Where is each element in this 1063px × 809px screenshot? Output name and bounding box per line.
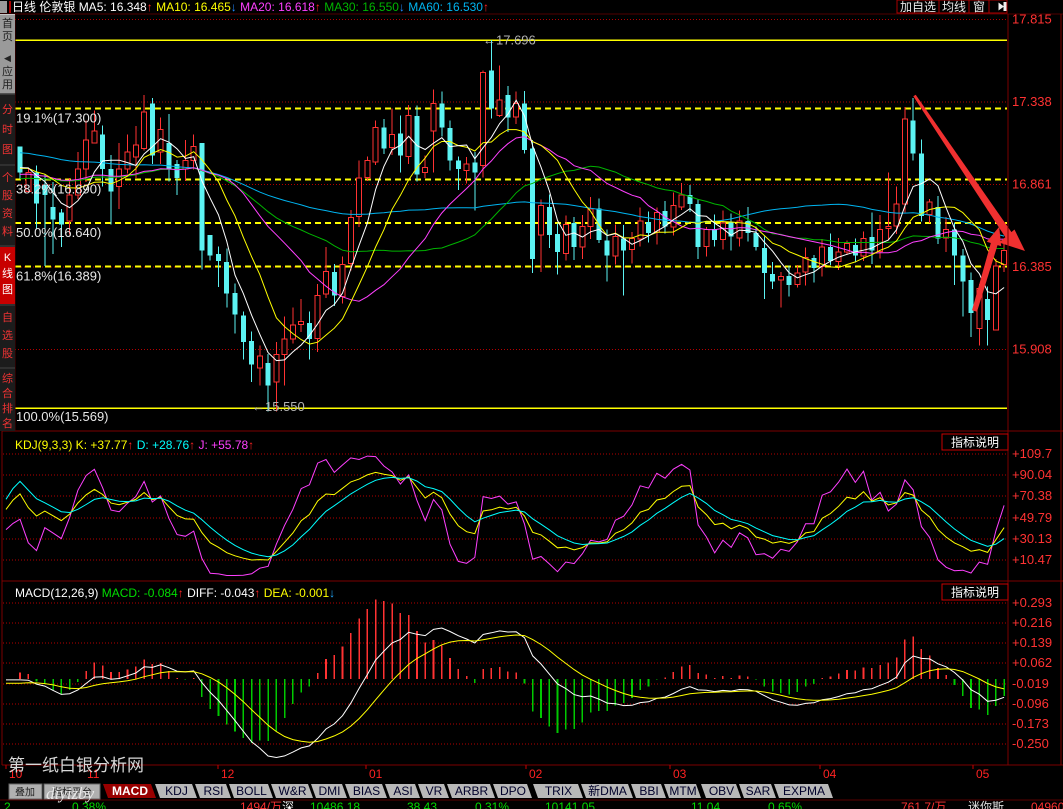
svg-text:K: K <box>4 252 12 264</box>
svg-text:VR: VR <box>426 784 443 798</box>
svg-text:38.43: 38.43 <box>407 800 437 809</box>
svg-text:时: 时 <box>2 123 13 136</box>
svg-text:TRIX: TRIX <box>545 784 572 798</box>
svg-text:03: 03 <box>673 767 687 781</box>
svg-text:首: 首 <box>2 16 13 30</box>
svg-text:0.31%: 0.31% <box>475 800 509 809</box>
svg-text:-0.250: -0.250 <box>1012 736 1049 751</box>
svg-text:第一纸白银分析网: 第一纸白银分析网 <box>8 756 144 775</box>
svg-text:KDJ(9,3,3) K: +37.77↑ D: +28.7: KDJ(9,3,3) K: +37.77↑ D: +28.76↑ J: +55.… <box>15 438 254 452</box>
svg-text:选: 选 <box>2 329 13 342</box>
svg-text:RSI: RSI <box>203 784 223 798</box>
svg-text:05: 05 <box>976 767 990 781</box>
svg-text:W&R: W&R <box>279 784 307 798</box>
svg-text:-0.173: -0.173 <box>1012 716 1049 731</box>
svg-text:17.815: 17.815 <box>1012 12 1052 27</box>
svg-text:合: 合 <box>2 386 13 400</box>
svg-text:DPO: DPO <box>500 784 526 798</box>
svg-text:用: 用 <box>2 79 13 91</box>
svg-text:10486.18: 10486.18 <box>310 800 360 809</box>
svg-text:10141.05: 10141.05 <box>545 800 595 809</box>
svg-text:1494/万: 1494/万 <box>240 800 282 809</box>
svg-text:迷你斯: 迷你斯 <box>968 800 1004 809</box>
svg-text:+0.293: +0.293 <box>1012 595 1052 610</box>
svg-text:均线: 均线 <box>942 0 966 14</box>
svg-text:01: 01 <box>369 767 383 781</box>
svg-text:加自选: 加自选 <box>900 0 936 14</box>
svg-text:线: 线 <box>2 266 13 280</box>
svg-text:MACD: MACD <box>112 784 148 798</box>
svg-text:个: 个 <box>2 171 13 184</box>
svg-text:19.1%(17.300): 19.1%(17.300) <box>16 111 101 126</box>
svg-text:叠加: 叠加 <box>15 787 35 799</box>
svg-text:BOLL: BOLL <box>236 784 267 798</box>
svg-text:BBI: BBI <box>639 784 658 798</box>
svg-text:图: 图 <box>2 283 13 296</box>
svg-text:MTM: MTM <box>669 784 696 798</box>
svg-text:页: 页 <box>2 31 13 43</box>
svg-text:新DMA: 新DMA <box>588 783 627 798</box>
svg-text:0.65%: 0.65% <box>768 800 802 809</box>
svg-text:日线 伦敦银 MA5: 16.348↑ MA10: 16.4: 日线 伦敦银 MA5: 16.348↑ MA10: 16.465↓ MA20: … <box>12 0 489 14</box>
svg-text:+109.7: +109.7 <box>1012 446 1052 461</box>
svg-text:股: 股 <box>2 189 13 202</box>
svg-text:02: 02 <box>529 767 543 781</box>
svg-text:综: 综 <box>2 371 13 385</box>
svg-text:ARBR: ARBR <box>455 784 489 798</box>
svg-text:指标说明: 指标说明 <box>951 435 999 450</box>
svg-text:KDJ: KDJ <box>165 784 188 798</box>
svg-text:+49.79: +49.79 <box>1012 510 1052 525</box>
svg-text:分: 分 <box>2 103 13 116</box>
svg-text:图: 图 <box>2 143 13 156</box>
svg-text:SAR: SAR <box>746 784 771 798</box>
svg-text:名: 名 <box>2 416 13 430</box>
svg-text:16.385: 16.385 <box>1012 259 1052 274</box>
svg-text:OBV: OBV <box>709 784 734 798</box>
svg-text:+10.47: +10.47 <box>1012 552 1052 567</box>
svg-text:15.908: 15.908 <box>1012 342 1052 357</box>
svg-text:+0.139: +0.139 <box>1012 635 1052 650</box>
svg-text:61.8%(16.389): 61.8%(16.389) <box>16 268 101 283</box>
svg-text:窗: 窗 <box>973 0 985 14</box>
svg-text:761.7/万: 761.7/万 <box>901 800 946 809</box>
svg-text:-0.019: -0.019 <box>1012 676 1049 691</box>
svg-text:料: 料 <box>2 224 13 238</box>
svg-text:ASI: ASI <box>393 784 412 798</box>
svg-text:50.0%(16.640): 50.0%(16.640) <box>16 225 101 240</box>
svg-text:排: 排 <box>2 401 13 415</box>
svg-text:指标说明: 指标说明 <box>951 585 999 600</box>
svg-text:+0.062: +0.062 <box>1012 655 1052 670</box>
svg-text:+30.13: +30.13 <box>1012 531 1052 546</box>
svg-text:←17.696: ←17.696 <box>483 33 536 48</box>
svg-text:17.338: 17.338 <box>1012 94 1052 109</box>
svg-text:◀: ◀ <box>4 53 11 63</box>
svg-text:应: 应 <box>2 64 13 78</box>
svg-text:38.2%(16.890): 38.2%(16.890) <box>16 182 101 197</box>
svg-text:04960: 04960 <box>1031 800 1063 809</box>
svg-text:←15.550: ←15.550 <box>252 399 305 414</box>
svg-text:16.861: 16.861 <box>1012 177 1052 192</box>
svg-text:DMI: DMI <box>319 784 341 798</box>
svg-text:MACD(12,26,9) MACD: -0.084↑ DI: MACD(12,26,9) MACD: -0.084↑ DIFF: -0.043… <box>15 586 335 600</box>
svg-text:EXPMA: EXPMA <box>783 784 825 798</box>
svg-text:diyizby: diyizby <box>46 784 95 803</box>
svg-text:04: 04 <box>823 767 837 781</box>
svg-text:+0.216: +0.216 <box>1012 615 1052 630</box>
svg-text:2: 2 <box>4 800 11 809</box>
svg-text:100.0%(15.569): 100.0%(15.569) <box>16 409 109 424</box>
svg-text:-0.096: -0.096 <box>1012 696 1049 711</box>
svg-text:资: 资 <box>2 207 13 220</box>
svg-text:深: 深 <box>282 800 294 809</box>
svg-text:股: 股 <box>2 347 13 360</box>
svg-text:12: 12 <box>221 767 235 781</box>
svg-text:自: 自 <box>2 311 13 324</box>
svg-text:+70.38: +70.38 <box>1012 488 1052 503</box>
svg-text:+90.04: +90.04 <box>1012 467 1052 482</box>
svg-text:BIAS: BIAS <box>353 784 380 798</box>
svg-text:11.04: 11.04 <box>691 800 720 809</box>
